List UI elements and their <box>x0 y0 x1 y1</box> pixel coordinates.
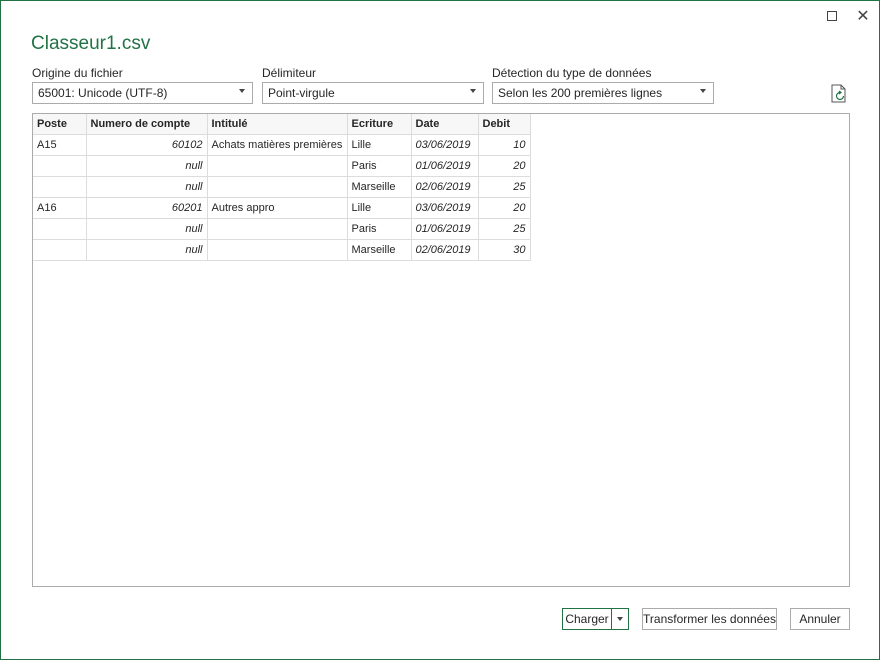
cell-poste: A15 <box>33 134 87 156</box>
cell-date: 01/06/2019 <box>411 218 479 240</box>
transform-data-button[interactable]: Transformer les données <box>642 608 777 630</box>
file-origin-select[interactable]: 65001: Unicode (UTF-8) <box>32 82 253 104</box>
table-row: null Paris 01/06/2019 20 <box>33 155 531 177</box>
delimiter-label: Délimiteur <box>262 66 317 80</box>
column-header-ecriture: Ecriture <box>347 114 412 135</box>
type-detection-select[interactable]: Selon les 200 premières lignes <box>492 82 714 104</box>
close-icon: ✕ <box>856 6 870 25</box>
cell-poste <box>33 218 87 240</box>
chevron-down-icon <box>617 617 623 621</box>
cell-ecriture: Paris <box>347 218 412 240</box>
table-header-row: Poste Numero de compte Intitulé Ecriture… <box>33 114 531 135</box>
cell-debit: 25 <box>478 218 531 240</box>
cell-poste <box>33 176 87 198</box>
cell-numero-de-compte: null <box>86 176 208 198</box>
column-header-debit: Debit <box>478 114 531 135</box>
cell-intitule <box>207 155 348 177</box>
chevron-down-icon <box>470 89 476 93</box>
cell-poste <box>33 239 87 261</box>
table-row: null Marseille 02/06/2019 30 <box>33 239 531 261</box>
cell-date: 02/06/2019 <box>411 239 479 261</box>
cell-ecriture: Paris <box>347 155 412 177</box>
cell-intitule <box>207 176 348 198</box>
cell-intitule <box>207 218 348 240</box>
cell-numero-de-compte: null <box>86 218 208 240</box>
load-options-button[interactable] <box>611 608 629 630</box>
cell-debit: 25 <box>478 176 531 198</box>
cell-debit: 10 <box>478 134 531 156</box>
cell-intitule: Achats matières premières <box>207 134 348 156</box>
delimiter-select[interactable]: Point-virgule <box>262 82 484 104</box>
table-row: A15 60102 Achats matières premières Lill… <box>33 134 531 156</box>
cell-poste: A16 <box>33 197 87 219</box>
maximize-button[interactable] <box>820 5 844 27</box>
cancel-button[interactable]: Annuler <box>790 608 850 630</box>
import-dialog: Classeur1.csv ✕ Origine du fichier 65001… <box>0 0 880 660</box>
file-origin-label: Origine du fichier <box>32 66 123 80</box>
cell-intitule: Autres appro <box>207 197 348 219</box>
table-row: null Paris 01/06/2019 25 <box>33 218 531 240</box>
cell-date: 03/06/2019 <box>411 134 479 156</box>
delimiter-value: Point-virgule <box>268 86 335 100</box>
cell-numero-de-compte: null <box>86 155 208 177</box>
cell-ecriture: Lille <box>347 197 412 219</box>
cell-debit: 20 <box>478 155 531 177</box>
cell-ecriture: Marseille <box>347 239 412 261</box>
type-detection-value: Selon les 200 premières lignes <box>498 86 663 100</box>
chevron-down-icon <box>239 89 245 93</box>
cell-poste <box>33 155 87 177</box>
cell-numero-de-compte: null <box>86 239 208 261</box>
load-button[interactable]: Charger <box>562 608 612 630</box>
cell-debit: 30 <box>478 239 531 261</box>
cell-numero-de-compte: 60102 <box>86 134 208 156</box>
cell-ecriture: Marseille <box>347 176 412 198</box>
data-preview[interactable]: Poste Numero de compte Intitulé Ecriture… <box>32 113 850 587</box>
close-button[interactable]: ✕ <box>851 5 875 27</box>
column-header-date: Date <box>411 114 479 135</box>
cell-debit: 20 <box>478 197 531 219</box>
refresh-file-icon[interactable] <box>830 84 848 104</box>
chevron-down-icon <box>700 89 706 93</box>
file-origin-value: 65001: Unicode (UTF-8) <box>38 86 168 100</box>
table-row: null Marseille 02/06/2019 25 <box>33 176 531 198</box>
cell-ecriture: Lille <box>347 134 412 156</box>
table-row: A16 60201 Autres appro Lille 03/06/2019 … <box>33 197 531 219</box>
cell-intitule <box>207 239 348 261</box>
column-header-numero-de-compte: Numero de compte <box>86 114 208 135</box>
cell-numero-de-compte: 60201 <box>86 197 208 219</box>
cell-date: 02/06/2019 <box>411 176 479 198</box>
cell-date: 03/06/2019 <box>411 197 479 219</box>
maximize-icon <box>827 11 837 21</box>
column-header-poste: Poste <box>33 114 87 135</box>
dialog-title: Classeur1.csv <box>31 33 151 54</box>
cell-date: 01/06/2019 <box>411 155 479 177</box>
type-detection-label: Détection du type de données <box>492 66 652 80</box>
preview-table: Poste Numero de compte Intitulé Ecriture… <box>33 114 531 261</box>
column-header-intitule: Intitulé <box>207 114 348 135</box>
